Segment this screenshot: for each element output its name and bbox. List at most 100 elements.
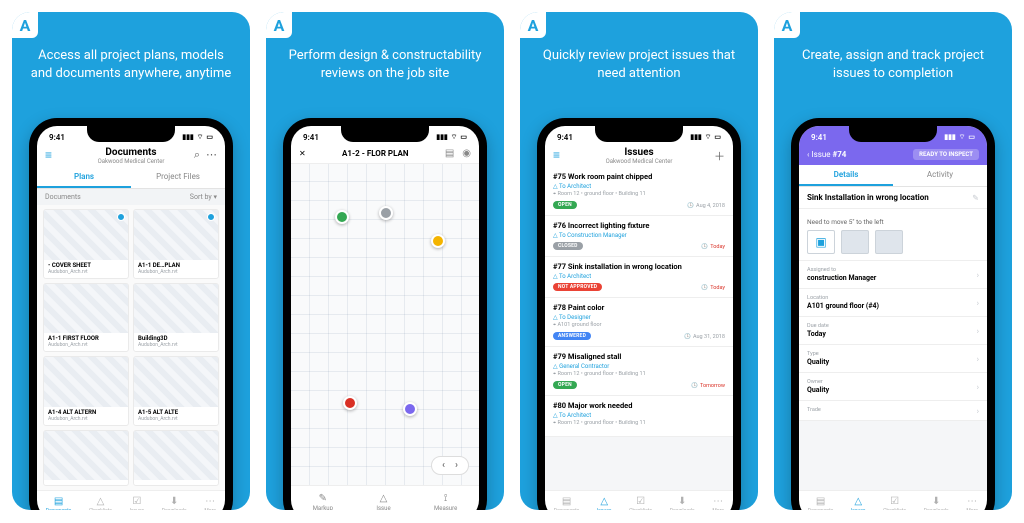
nav-checklists[interactable]: ☑Checklists [629, 495, 652, 510]
search-icon[interactable]: ⌕ [194, 148, 200, 162]
status-icons: ▮▮▮ ⌔ ▭ [182, 133, 213, 142]
document-card[interactable] [133, 430, 219, 487]
tab-activity[interactable]: Activity [893, 165, 987, 186]
clock-icon: 🕒 [701, 285, 708, 291]
chevron-right-icon: › [977, 406, 979, 415]
battery-icon: ▭ [206, 133, 213, 141]
sort-bar[interactable]: Documents Sort by ▾ [37, 189, 225, 205]
photo-attachment[interactable] [841, 230, 869, 254]
issue-pin[interactable] [335, 210, 349, 224]
nav-issues[interactable]: △Issues [597, 495, 612, 510]
status-pill[interactable]: READY TO INSPECT [913, 149, 979, 160]
document-attachment-icon[interactable]: ▣ [807, 230, 835, 254]
field-label: Due date [807, 323, 979, 329]
document-filename: Audubon_Arch.rvt [48, 269, 124, 275]
issue-pin[interactable] [403, 402, 417, 416]
issues-list: #75 Work room paint chipped△ To Architec… [545, 167, 733, 490]
add-issue-button[interactable]: ＋ [714, 148, 725, 164]
field-due-date[interactable]: Due dateToday› [799, 317, 987, 345]
issue-card[interactable]: #78 Paint color△ To Designer⌖ A101 groun… [545, 298, 733, 347]
document-card[interactable]: A1-1 DE…PLANAudubon_Arch.rvt [133, 209, 219, 279]
nav-more[interactable]: ⋯More [966, 495, 978, 510]
status-badge: CLOSED [553, 242, 583, 250]
nav-issues[interactable]: ☑Issues [130, 495, 145, 510]
doc-tabs: Plans Project Files [37, 167, 225, 189]
nav-documents[interactable]: ▤Documents [808, 495, 834, 510]
menu-icon[interactable]: ≡ [553, 148, 560, 162]
nav-checklists[interactable]: △Checklists [89, 495, 112, 510]
field-type[interactable]: TypeQuality› [799, 345, 987, 373]
sync-dot-icon [117, 213, 125, 221]
nav-more[interactable]: ⋯More [712, 495, 724, 510]
clock-icon: 🕒 [701, 244, 708, 250]
more-icon: ⋯ [712, 495, 724, 507]
nav-downloads[interactable]: ⬇Downloads [162, 495, 187, 510]
document-card[interactable]: A1-1 FIRST FLOORAudubon_Arch.rvt [43, 283, 129, 353]
back-button[interactable]: ‹ Issue #74 [807, 150, 846, 159]
issue-card[interactable]: #76 Incorrect lighting fixture△ To Const… [545, 216, 733, 257]
document-card[interactable] [43, 430, 129, 487]
field-label: Owner [807, 379, 979, 385]
layers-icon[interactable]: ▤ [445, 148, 454, 159]
document-card[interactable]: A1-4 ALT ALTERNAudubon_Arch.rvt [43, 356, 129, 426]
menu-icon[interactable]: ≡ [45, 148, 52, 162]
document-thumb [44, 284, 128, 334]
phone-frame: 9:41 ▮▮▮ ⌔ ▭ ✕ A1-2 - FLOR PLAN ▤ ◉ [283, 118, 487, 510]
chevron-down-icon: ▾ [213, 193, 217, 201]
document-card[interactable]: A1-5 ALT ALTEAudubon_Arch.rvt [133, 356, 219, 426]
field-trade[interactable]: Trade› [799, 401, 987, 421]
nav-checklists[interactable]: ☑Checklists [883, 495, 906, 510]
bottom-nav: ▤Documents △Issues ☑Checklists ⬇Downloads ⋯M… [545, 490, 733, 510]
tab-details[interactable]: Details [799, 165, 893, 186]
tab-plans[interactable]: Plans [37, 167, 131, 188]
sort-by[interactable]: Sort by ▾ [190, 193, 217, 201]
issue-pin[interactable] [379, 206, 393, 220]
clock-icon: 🕒 [691, 383, 698, 389]
plan-canvas[interactable]: ‹ › [291, 164, 479, 485]
tool-issue[interactable]: △Issue [376, 492, 390, 510]
nav-documents[interactable]: ▤Documents [46, 495, 72, 510]
visibility-icon[interactable]: ◉ [462, 148, 471, 159]
field-assigned-to[interactable]: Assigned toconstruction Manager› [799, 261, 987, 289]
issue-card[interactable]: #77 Sink installation in wrong location△… [545, 257, 733, 298]
brand-badge: A [520, 12, 546, 38]
detail-tabs: Details Activity [799, 165, 987, 187]
nav-downloads[interactable]: ⬇Downloads [670, 495, 695, 510]
notch [849, 126, 937, 142]
issue-card[interactable]: #80 Major work needed△ To Architect⌖ Roo… [545, 396, 733, 437]
pencil-icon: ✎ [317, 492, 329, 504]
edit-icon[interactable]: ✎ [972, 193, 979, 202]
field-label: Type [807, 351, 979, 357]
tool-markup[interactable]: ✎Markup [313, 492, 333, 510]
nav-more[interactable]: ⋯More [204, 495, 216, 510]
issue-header-bar: ‹ Issue #74 READY TO INSPECT [799, 144, 987, 165]
document-thumb [134, 284, 218, 334]
nav-issues[interactable]: △Issues [851, 495, 866, 510]
issue-pin[interactable] [343, 396, 357, 410]
document-thumb [134, 431, 218, 481]
nav-documents[interactable]: ▤Documents [554, 495, 580, 510]
bottom-nav: ▤Documents △Checklists ☑Issues ⬇Downloads ⋯M… [37, 490, 225, 510]
document-name: A1-4 ALT ALTERN [48, 409, 124, 416]
photo-attachment[interactable] [875, 230, 903, 254]
nav-downloads[interactable]: ⬇Downloads [924, 495, 949, 510]
issue-card[interactable]: #79 Misaligned stall△ General Contractor… [545, 347, 733, 396]
field-location[interactable]: LocationA101 ground floor (#4)› [799, 289, 987, 317]
issue-pin[interactable] [431, 234, 445, 248]
document-card[interactable]: - COVER SHEETAudubon_Arch.rvt [43, 209, 129, 279]
autodesk-logo-icon: A [528, 16, 539, 35]
tool-measure[interactable]: ⟟Measure [434, 492, 457, 510]
screen-header: ≡ Documents Oakwood Medical Center ⌕ ⋯ [37, 144, 225, 167]
tab-project-files[interactable]: Project Files [131, 167, 225, 188]
more-icon[interactable]: ⋯ [206, 148, 217, 162]
issue-card[interactable]: #75 Work room paint chipped△ To Architec… [545, 167, 733, 216]
prev-page-button[interactable]: ‹ [442, 460, 445, 471]
document-card[interactable]: Building3DAudubon_Arch.rvt [133, 283, 219, 353]
tagline: Access all project plans, models and doc… [12, 12, 250, 98]
issue-assignee: △ To Construction Manager [553, 232, 725, 239]
close-icon[interactable]: ✕ [299, 149, 306, 158]
field-owner[interactable]: OwnerQuality› [799, 373, 987, 401]
next-page-button[interactable]: › [455, 460, 458, 471]
issue-location: ⌖ Room 12 • ground floor • Building 11 [553, 420, 725, 427]
screen: 9:41 ▮▮▮ ⌔ ▭ ≡ Documents Oakwood Medical… [37, 126, 225, 510]
